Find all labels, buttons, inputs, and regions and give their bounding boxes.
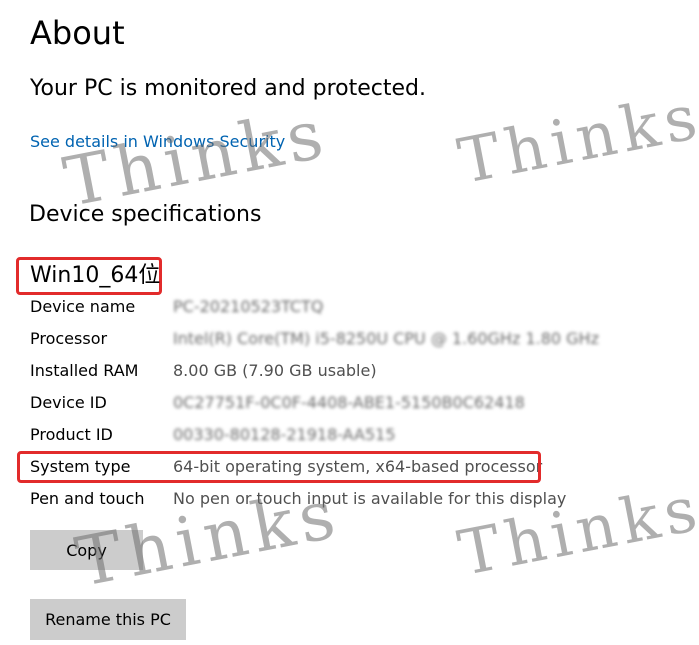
spec-value: PC-20210523TCTQ (173, 297, 324, 316)
spec-value: 0C27751F-0C0F-4408-ABE1-5150B0C62418 (173, 393, 525, 412)
os-annotation-box: Win10_64位 (16, 257, 162, 295)
protection-status: Your PC is monitored and protected. (30, 76, 426, 101)
spec-label: Pen and touch (30, 489, 145, 508)
device-specifications-heading: Device specifications (29, 202, 262, 227)
windows-security-link[interactable]: See details in Windows Security (30, 131, 285, 153)
spec-value: 00330-80128-21918-AA515 (173, 425, 396, 444)
rename-pc-button[interactable]: Rename this PC (30, 599, 186, 640)
spec-value: No pen or touch input is available for t… (173, 489, 567, 508)
spec-label: Device name (30, 297, 136, 316)
copy-button[interactable]: Copy (30, 530, 143, 570)
spec-label: Installed RAM (30, 361, 139, 380)
system-type-highlight-box (17, 451, 541, 483)
watermark-text: Thinks (452, 79, 699, 198)
spec-value: 8.00 GB (7.90 GB usable) (173, 361, 377, 380)
spec-value: Intel(R) Core(TM) i5-8250U CPU @ 1.60GHz… (173, 329, 599, 348)
spec-label: Product ID (30, 425, 113, 444)
spec-label: Device ID (30, 393, 107, 412)
spec-label: Processor (30, 329, 108, 348)
page-title: About (30, 14, 125, 52)
os-annotation-label: Win10_64位 (30, 263, 161, 288)
